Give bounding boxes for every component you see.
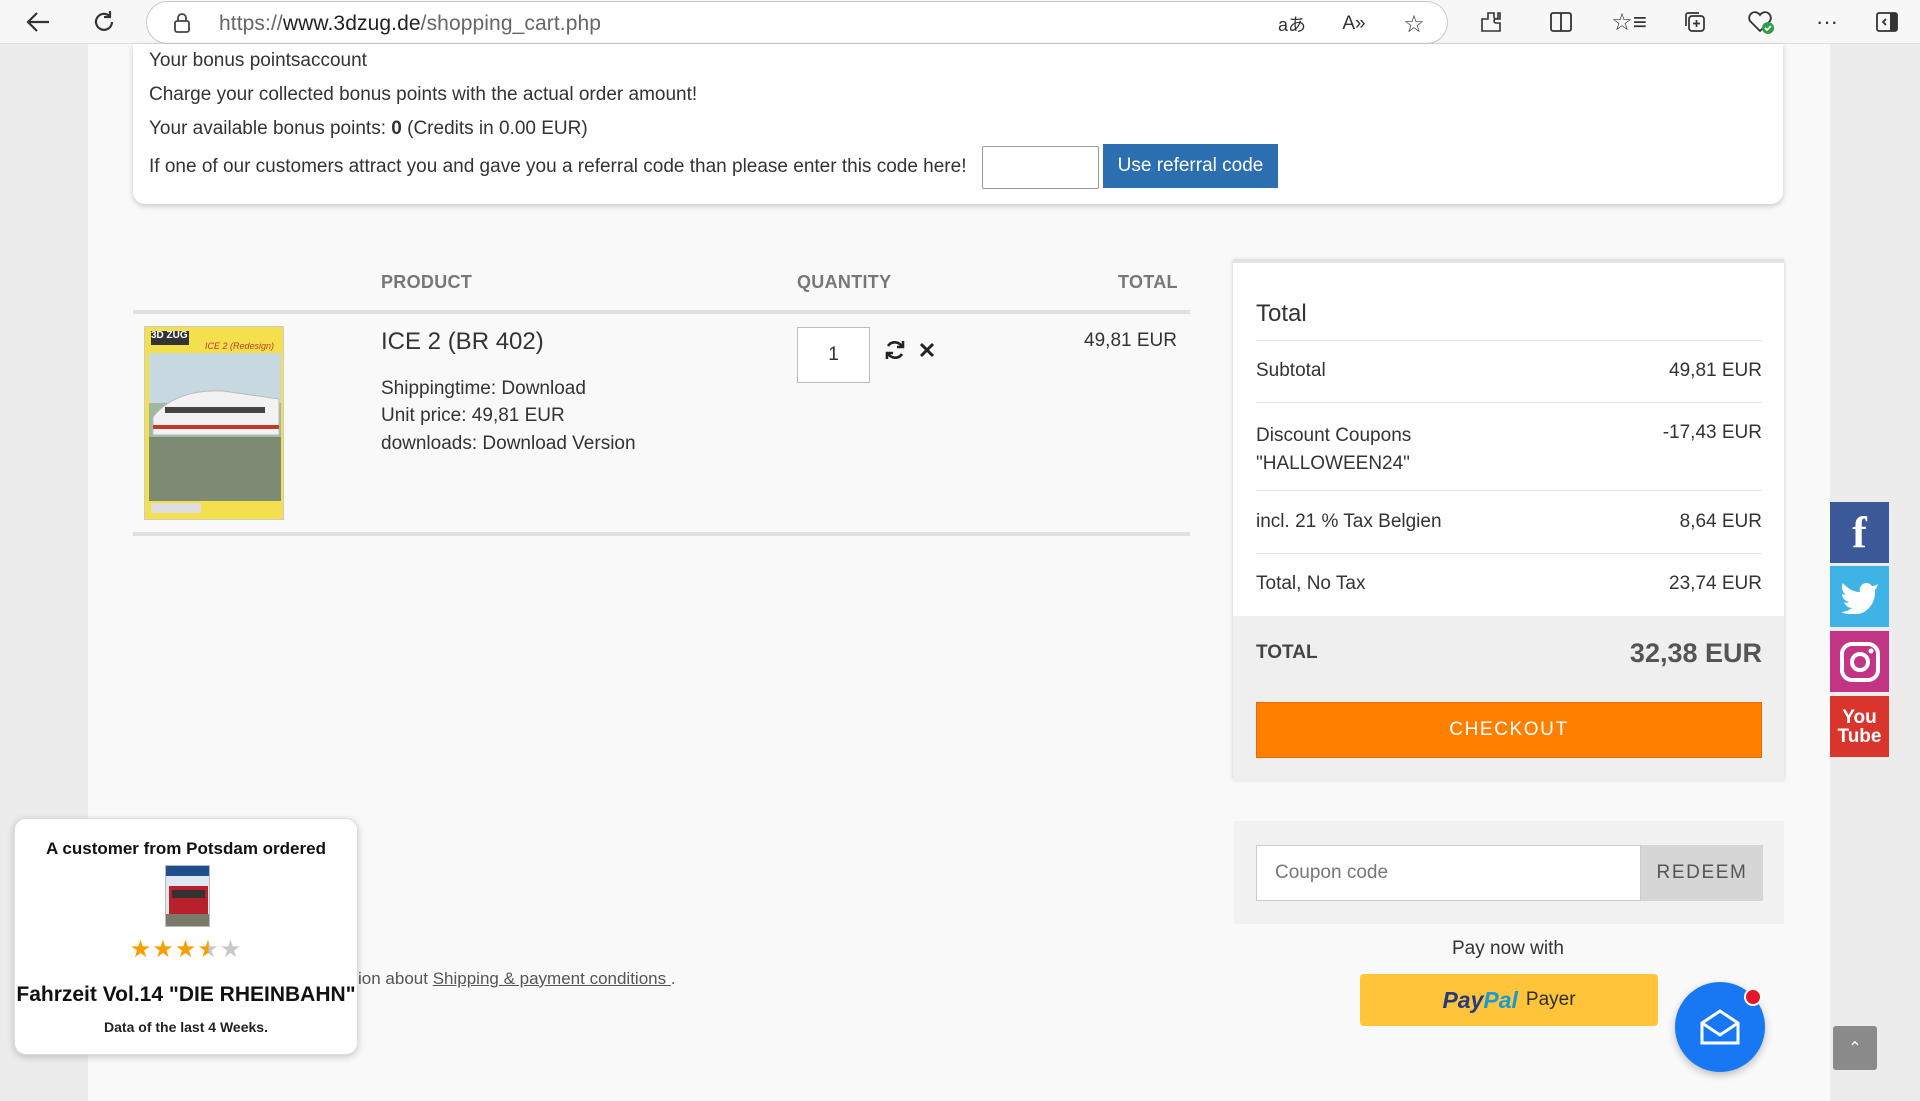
pay-now-label: Pay now with bbox=[1452, 938, 1564, 959]
more-icon[interactable]: ··· bbox=[1812, 8, 1842, 36]
totals-divider bbox=[1256, 402, 1762, 403]
totals-divider bbox=[1256, 553, 1762, 554]
extensions-icon[interactable] bbox=[1476, 8, 1506, 36]
bonus-points-card: Your bonus pointsaccount Charge your col… bbox=[133, 44, 1783, 204]
notification-product-image bbox=[165, 865, 210, 927]
product-image-brand: 3D ZUG bbox=[151, 330, 188, 341]
translate-icon[interactable]: aあ bbox=[1277, 10, 1307, 38]
col-header-total: TOTAL bbox=[1118, 272, 1178, 292]
bonus-credits: (Credits in 0.00 EUR) bbox=[407, 118, 588, 139]
paypal-button[interactable]: PayPal Payer bbox=[1360, 974, 1658, 1026]
browser-essentials-icon[interactable] bbox=[1746, 8, 1776, 36]
item-total: 49,81 EUR bbox=[1084, 330, 1177, 351]
bonus-available-label: Your available bonus points: bbox=[149, 118, 386, 139]
totals-divider bbox=[1256, 490, 1762, 491]
discount-code: "HALLOWEEN24" bbox=[1256, 453, 1410, 474]
discount-row: Discount Coupons "HALLOWEEN24" -17,43 EU… bbox=[1256, 422, 1762, 478]
shipping-note-suffix: . bbox=[670, 969, 676, 988]
tax-value: 8,64 EUR bbox=[1679, 511, 1762, 532]
product-image[interactable] bbox=[144, 326, 284, 520]
lock-icon[interactable] bbox=[173, 12, 191, 39]
tax-label: incl. 21 % Tax Belgien bbox=[1256, 511, 1442, 532]
product-image-label: ICE 2 (Redesign) bbox=[205, 341, 275, 351]
instagram-icon[interactable] bbox=[1830, 631, 1889, 692]
recent-order-notification[interactable]: A customer from Potsdam ordered ★★★★★ Fa… bbox=[14, 818, 358, 1055]
grand-total-value: 32,38 EUR bbox=[1629, 638, 1762, 668]
tax-row: incl. 21 % Tax Belgien 8,64 EUR bbox=[1256, 511, 1762, 533]
paypal-logo: PayPal bbox=[1442, 987, 1517, 1014]
paypal-logo-pay: Pay bbox=[1442, 986, 1484, 1013]
totals-divider bbox=[1256, 340, 1762, 341]
product-unit-price: Unit price: 49,81 EUR bbox=[381, 405, 565, 426]
redeem-button[interactable]: REDEEM bbox=[1641, 845, 1763, 901]
bonus-available: Your available bonus points: 0 (Credits … bbox=[149, 118, 588, 140]
notification-title: A customer from Potsdam ordered bbox=[46, 839, 326, 858]
shipping-note: ion about Shipping & payment conditions … bbox=[358, 969, 676, 989]
paypal-logo-pal: Pal bbox=[1483, 986, 1518, 1013]
use-referral-code-button[interactable]: Use referral code bbox=[1103, 144, 1278, 188]
read-aloud-icon[interactable]: A» bbox=[1339, 10, 1369, 38]
no-tax-label: Total, No Tax bbox=[1256, 573, 1366, 594]
table-header-divider bbox=[133, 310, 1190, 314]
quantity-input[interactable]: 1 bbox=[797, 327, 870, 383]
facebook-icon[interactable]: f bbox=[1830, 502, 1889, 563]
favorites-bar-icon[interactable]: ☆≡ bbox=[1611, 8, 1647, 36]
url-text[interactable]: https://www.3dzug.de/shopping_cart.php bbox=[219, 12, 601, 36]
grand-total-section: TOTAL 32,38 EUR CHECKOUT bbox=[1233, 616, 1784, 782]
shipping-payment-link[interactable]: Shipping & payment conditions bbox=[433, 969, 671, 988]
product-title[interactable]: ICE 2 (BR 402) bbox=[381, 328, 544, 356]
paypal-payer-label: Payer bbox=[1525, 989, 1576, 1010]
update-quantity-icon[interactable] bbox=[883, 338, 907, 367]
subtotal-value: 49,81 EUR bbox=[1669, 360, 1762, 381]
notification-product-name: Fahrzeit Vol.14 "DIE RHEINBAHN" bbox=[16, 983, 356, 1006]
collections-icon[interactable] bbox=[1680, 8, 1710, 36]
twitter-icon[interactable] bbox=[1830, 566, 1889, 627]
referral-code-input[interactable] bbox=[982, 146, 1099, 189]
col-header-product: PRODUCT bbox=[381, 272, 473, 292]
split-screen-icon[interactable] bbox=[1546, 8, 1576, 36]
favorite-icon[interactable]: ☆ bbox=[1399, 10, 1429, 38]
subtotal-label: Subtotal bbox=[1256, 360, 1326, 381]
grand-total-label: TOTAL bbox=[1256, 642, 1318, 663]
bonus-available-value: 0 bbox=[391, 118, 402, 139]
rating-stars: ★★★★★ bbox=[129, 936, 243, 963]
no-tax-row: Total, No Tax 23,74 EUR bbox=[1256, 573, 1762, 595]
notification-subtitle: Data of the last 4 Weeks. bbox=[104, 1019, 268, 1035]
subtotal-row: Subtotal 49,81 EUR bbox=[1256, 360, 1762, 382]
back-icon[interactable] bbox=[22, 6, 54, 38]
discount-value: -17,43 EUR bbox=[1662, 422, 1762, 443]
scroll-to-top-button[interactable]: ⌃ bbox=[1833, 1026, 1877, 1070]
bonus-heading: Your bonus pointsaccount bbox=[149, 50, 367, 71]
totals-heading: Total bbox=[1256, 300, 1307, 327]
refresh-icon[interactable] bbox=[88, 6, 120, 38]
checkout-button[interactable]: CHECKOUT bbox=[1256, 702, 1762, 758]
col-header-quantity: QUANTITY bbox=[797, 272, 892, 292]
table-bottom-divider bbox=[133, 532, 1190, 536]
order-totals-panel: Total Subtotal 49,81 EUR Discount Coupon… bbox=[1233, 259, 1784, 782]
product-downloads: downloads: Download Version bbox=[381, 433, 636, 454]
product-shipping: Shippingtime: Download bbox=[381, 378, 586, 399]
coupon-code-input[interactable]: Coupon code bbox=[1256, 845, 1641, 901]
shipping-note-prefix: ion about bbox=[358, 969, 433, 988]
youtube-icon[interactable]: You Tube bbox=[1830, 696, 1889, 757]
no-tax-value: 23,74 EUR bbox=[1669, 573, 1762, 594]
referral-text: If one of our customers attract you and … bbox=[149, 156, 967, 177]
chat-notification-badge bbox=[1744, 988, 1762, 1006]
address-bar[interactable]: https://www.3dzug.de/shopping_cart.php a… bbox=[146, 1, 1448, 44]
bonus-charge-text: Charge your collected bonus points with … bbox=[149, 84, 698, 105]
sidebar-icon[interactable] bbox=[1872, 8, 1902, 36]
remove-item-icon[interactable] bbox=[918, 341, 936, 364]
coupon-section: Coupon code REDEEM bbox=[1234, 821, 1784, 924]
browser-toolbar: https://www.3dzug.de/shopping_cart.php a… bbox=[0, 0, 1920, 44]
